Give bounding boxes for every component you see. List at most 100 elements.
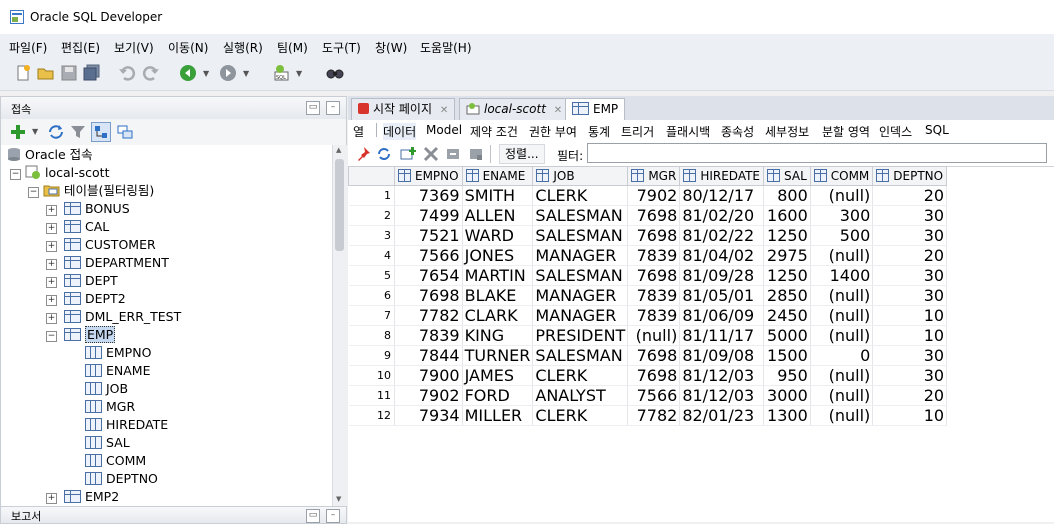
- panel-restore-icon[interactable]: ▭: [306, 101, 320, 115]
- subtab-partitions[interactable]: 분할 영역: [822, 123, 870, 140]
- expand-toggle-icon[interactable]: +: [46, 241, 57, 252]
- scroll-down-icon[interactable]: ▼: [336, 495, 341, 503]
- column-header-mgr[interactable]: MGR: [627, 166, 681, 186]
- expand-toggle-icon[interactable]: +: [46, 223, 57, 234]
- collapse-toggle-icon[interactable]: −: [10, 169, 21, 180]
- cell-empno[interactable]: 7698: [394, 285, 463, 306]
- insert-row-icon[interactable]: [400, 146, 416, 162]
- schema-browser-icon[interactable]: [91, 122, 111, 142]
- tab-local-scott[interactable]: local-scott ✕: [459, 98, 570, 120]
- cell-mgr[interactable]: (null): [627, 325, 681, 346]
- tree-tables-folder[interactable]: 테이블(필터링됨): [43, 182, 154, 200]
- save-icon[interactable]: [60, 64, 78, 82]
- cell-job[interactable]: SALESMAN: [532, 205, 629, 226]
- tree-table-dept2[interactable]: DEPT2: [64, 290, 126, 308]
- add-connection-icon[interactable]: [9, 123, 27, 141]
- menu-help[interactable]: 도움말(H): [420, 39, 472, 56]
- cell-mgr[interactable]: 7566: [627, 385, 681, 406]
- subtab-grants[interactable]: 권한 부여: [529, 123, 577, 140]
- column-header-sal[interactable]: SAL: [763, 166, 811, 186]
- sql-worksheet-icon[interactable]: SQL: [272, 64, 290, 82]
- cell-empno[interactable]: 7782: [394, 305, 463, 326]
- subtab-sql[interactable]: SQL: [925, 123, 949, 137]
- tab-emp[interactable]: EMP: [565, 98, 626, 121]
- cell-deptno[interactable]: 10: [872, 405, 948, 426]
- cell-ename[interactable]: MILLER: [462, 405, 534, 426]
- find-db-object-icon[interactable]: [326, 64, 344, 82]
- menu-edit[interactable]: 편집(E): [61, 39, 100, 56]
- panel-minimize-icon[interactable]: –: [326, 509, 340, 523]
- subtab-statistics[interactable]: 통계: [588, 123, 610, 140]
- sort-button[interactable]: 정렬...: [499, 144, 545, 164]
- table-row[interactable]: 6 7698 BLAKE MANAGER 7839 81/05/01 2850 (null) 3…: [348, 285, 948, 306]
- tree-table-customer[interactable]: CUSTOMER: [64, 236, 156, 254]
- cell-deptno[interactable]: 30: [872, 365, 948, 386]
- menu-navigate[interactable]: 이동(N): [168, 39, 208, 56]
- tree-table-emp2[interactable]: EMP2: [64, 488, 119, 504]
- scroll-up-icon[interactable]: ▲: [336, 146, 341, 154]
- redo-icon[interactable]: [142, 64, 160, 82]
- cell-mgr[interactable]: 7782: [627, 405, 681, 426]
- cell-job[interactable]: CLERK: [532, 405, 629, 426]
- expand-toggle-icon[interactable]: +: [46, 295, 57, 306]
- data-grid[interactable]: EMPNO ENAME JOB MGR HIREDATE SAL COMM DE…: [348, 166, 948, 426]
- tree-column-sal[interactable]: SAL: [85, 434, 130, 452]
- tab-start-page[interactable]: 시작 페이지 ✕: [351, 98, 456, 120]
- close-icon[interactable]: ✕: [554, 105, 562, 116]
- menu-view[interactable]: 보기(V): [114, 39, 154, 56]
- cell-sal[interactable]: 1250: [763, 265, 811, 286]
- tree-column-job[interactable]: JOB: [85, 380, 128, 398]
- table-row[interactable]: 8 7839 KING PRESIDENT (null) 81/11/17 5000 (nul…: [348, 325, 948, 346]
- cell-job[interactable]: MANAGER: [532, 245, 629, 266]
- cell-comm[interactable]: 1400: [810, 265, 874, 286]
- expand-toggle-icon[interactable]: +: [46, 259, 57, 270]
- tree-column-empno[interactable]: EMPNO: [85, 344, 151, 362]
- cell-ename[interactable]: MARTIN: [462, 265, 534, 286]
- cell-empno[interactable]: 7654: [394, 265, 463, 286]
- cell-job[interactable]: PRESIDENT: [532, 325, 629, 346]
- cell-comm[interactable]: (null): [810, 285, 874, 306]
- cell-empno[interactable]: 7499: [394, 205, 463, 226]
- cell-deptno[interactable]: 10: [872, 305, 948, 326]
- panel-restore-icon[interactable]: ▭: [306, 509, 320, 523]
- cell-job[interactable]: SALESMAN: [532, 265, 629, 286]
- cell-deptno[interactable]: 30: [872, 285, 948, 306]
- refresh-icon[interactable]: [47, 123, 65, 141]
- expand-toggle-icon[interactable]: +: [46, 493, 57, 504]
- cell-mgr[interactable]: 7698: [627, 365, 681, 386]
- cell-hiredate[interactable]: 81/12/03: [679, 385, 765, 406]
- tree-table-dept[interactable]: DEPT: [64, 272, 118, 290]
- tree-table-department[interactable]: DEPARTMENT: [64, 254, 169, 272]
- subtab-flashback[interactable]: 플래시백: [666, 123, 710, 140]
- rollback-icon[interactable]: [468, 146, 484, 162]
- table-row[interactable]: 12 7934 MILLER CLERK 7782 82/01/23 1300 (null) 1…: [348, 405, 948, 426]
- cell-hiredate[interactable]: 80/12/17: [679, 185, 765, 206]
- cell-comm[interactable]: 500: [810, 225, 874, 246]
- new-icon[interactable]: [14, 64, 32, 82]
- cell-hiredate[interactable]: 81/11/17: [679, 325, 765, 346]
- cell-ename[interactable]: SMITH: [462, 185, 534, 206]
- cell-comm[interactable]: (null): [810, 385, 874, 406]
- cell-sal[interactable]: 1500: [763, 345, 811, 366]
- cell-job[interactable]: SALESMAN: [532, 225, 629, 246]
- table-row[interactable]: 5 7654 MARTIN SALESMAN 7698 81/09/28 1250 1400 3…: [348, 265, 948, 286]
- add-connection-dropdown-icon[interactable]: ▼: [32, 127, 38, 136]
- panel-minimize-icon[interactable]: –: [326, 101, 340, 115]
- table-row[interactable]: 3 7521 WARD SALESMAN 7698 81/02/22 1250 500 30: [348, 225, 948, 246]
- undo-icon[interactable]: [118, 64, 136, 82]
- cell-mgr[interactable]: 7698: [627, 265, 681, 286]
- cell-deptno[interactable]: 10: [872, 325, 948, 346]
- column-header-ename[interactable]: ENAME: [461, 166, 534, 186]
- menu-run[interactable]: 실행(R): [223, 39, 263, 56]
- cell-ename[interactable]: CLARK: [462, 305, 534, 326]
- expand-toggle-icon[interactable]: +: [46, 205, 57, 216]
- cell-mgr[interactable]: 7698: [627, 225, 681, 246]
- cell-hiredate[interactable]: 81/02/20: [679, 205, 765, 226]
- table-row[interactable]: 10 7900 JAMES CLERK 7698 81/12/03 950 (null) 30: [348, 365, 948, 386]
- subtab-model[interactable]: Model: [426, 123, 462, 137]
- column-header-hiredate[interactable]: HIREDATE: [679, 166, 765, 186]
- collapse-toggle-icon[interactable]: −: [46, 331, 57, 342]
- refresh-icon[interactable]: [376, 146, 392, 162]
- cell-job[interactable]: MANAGER: [532, 285, 629, 306]
- menu-window[interactable]: 창(W): [375, 39, 407, 56]
